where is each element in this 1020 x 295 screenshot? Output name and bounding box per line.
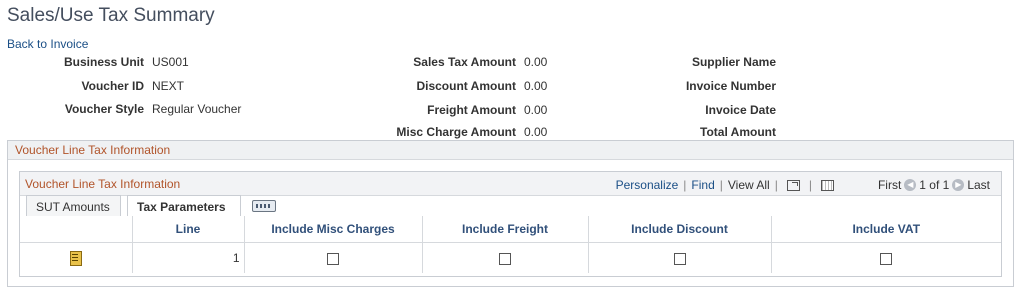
- include-discount-cell: [588, 242, 772, 273]
- tab-sut-amounts[interactable]: SUT Amounts: [26, 195, 121, 217]
- download-grid-icon[interactable]: [820, 179, 834, 191]
- row-range: 1 of 1: [919, 178, 950, 192]
- tax-parameters-table: Line Include Misc Charges Include Freigh…: [20, 216, 1001, 273]
- voucher-line-tax-grid: Voucher Line Tax Information Personalize…: [19, 171, 1002, 277]
- sales-tax-amount-label: Sales Tax Amount: [413, 55, 516, 69]
- business-unit-value: US001: [152, 55, 189, 69]
- include-discount-checkbox[interactable]: [673, 252, 686, 265]
- last-label: Last: [967, 178, 990, 192]
- include-misc-charges-checkbox[interactable]: [327, 252, 339, 265]
- freight-amount-value: 0.00: [524, 103, 548, 117]
- include-freight-cell: [422, 242, 589, 273]
- voucher-line-tax-section: Voucher Line Tax Information Voucher Lin…: [7, 140, 1014, 287]
- back-to-invoice-link[interactable]: Back to Invoice: [7, 37, 88, 51]
- column-header-include-discount: Include Discount: [588, 216, 772, 243]
- discount-amount-value: 0.00: [524, 79, 548, 93]
- voucher-style-value: Regular Voucher: [152, 102, 242, 116]
- find-link[interactable]: Find: [691, 178, 714, 192]
- invoice-date-label: Invoice Date: [705, 103, 776, 117]
- section-header: Voucher Line Tax Information: [8, 141, 1013, 160]
- detail-column-header: [20, 216, 133, 243]
- voucher-id-label: Voucher ID: [81, 79, 144, 93]
- tab-tax-parameters[interactable]: Tax Parameters: [127, 195, 241, 218]
- sales-tax-amount-value: 0.00: [524, 55, 548, 69]
- include-freight-checkbox[interactable]: [499, 252, 511, 265]
- voucher-style-label: Voucher Style: [64, 102, 144, 116]
- discount-amount-label: Discount Amount: [416, 79, 516, 93]
- column-header-include-misc-charges: Include Misc Charges: [244, 216, 423, 243]
- grid-title: Voucher Line Tax Information: [25, 177, 181, 191]
- grid-tabs: SUT Amounts Tax Parameters: [20, 195, 1001, 218]
- misc-charge-amount-label: Misc Charge Amount: [396, 125, 516, 139]
- show-all-columns-icon[interactable]: [252, 200, 276, 212]
- line-detail-icon[interactable]: [69, 251, 83, 267]
- freight-amount-label: Freight Amount: [427, 103, 516, 117]
- view-all-link[interactable]: View All: [728, 178, 770, 192]
- next-row-icon[interactable]: ▶: [952, 179, 965, 191]
- line-cell: 1: [132, 242, 245, 273]
- invoice-number-label: Invoice Number: [685, 79, 776, 93]
- column-header-line: Line: [132, 216, 245, 243]
- table-header-row: Line Include Misc Charges Include Freigh…: [20, 216, 1001, 243]
- page-title: Sales/Use Tax Summary: [7, 5, 215, 26]
- include-vat-checkbox[interactable]: [880, 252, 893, 265]
- grid-header: Voucher Line Tax Information Personalize…: [20, 172, 1001, 196]
- supplier-name-label: Supplier Name: [691, 55, 776, 69]
- grid-navigation: Personalize | Find | View All | | First …: [615, 178, 990, 192]
- misc-charge-amount-value: 0.00: [524, 125, 548, 139]
- voucher-id-value: NEXT: [152, 79, 185, 93]
- first-label: First: [877, 178, 902, 192]
- column-header-include-freight: Include Freight: [422, 216, 589, 243]
- previous-row-icon[interactable]: ◀: [904, 179, 917, 191]
- detail-cell: [20, 242, 133, 273]
- table-row: 1: [20, 242, 1001, 273]
- include-misc-charges-cell: [244, 242, 423, 273]
- zoom-icon[interactable]: [786, 179, 800, 191]
- column-header-include-vat: Include VAT: [771, 216, 1001, 243]
- total-amount-label: Total Amount: [700, 125, 776, 139]
- business-unit-label: Business Unit: [63, 55, 144, 69]
- include-vat-cell: [771, 242, 1001, 273]
- personalize-link[interactable]: Personalize: [616, 178, 679, 192]
